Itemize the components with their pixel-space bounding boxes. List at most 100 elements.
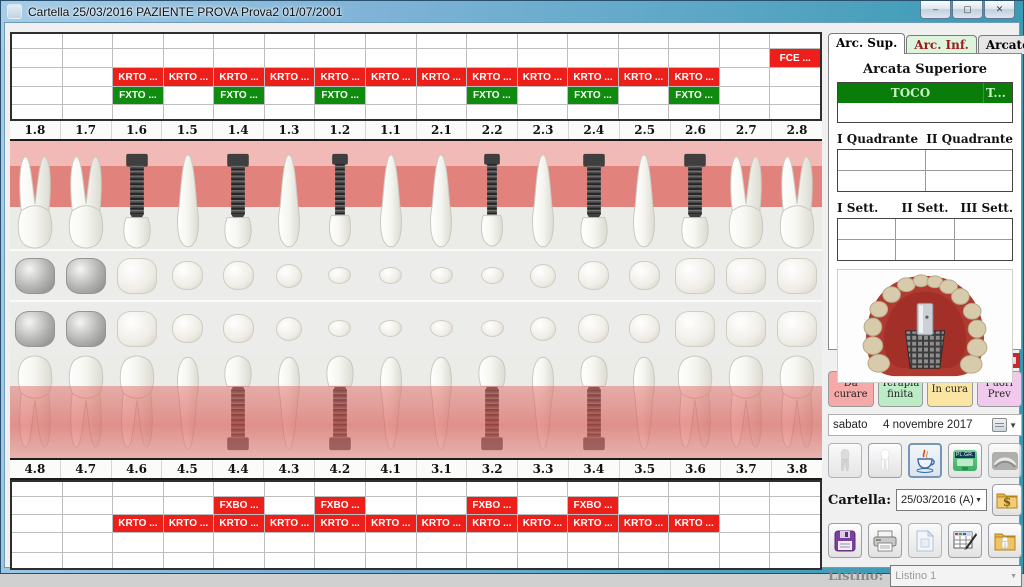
treatment-cell[interactable]	[669, 34, 720, 49]
tooth-1.3-tooth[interactable]	[264, 141, 315, 249]
treatment-cell[interactable]	[366, 553, 417, 568]
treatment-cell[interactable]	[12, 553, 63, 568]
treatment-cell[interactable]	[518, 497, 569, 515]
treatment-cell[interactable]	[568, 105, 619, 119]
treatment-cell[interactable]	[63, 497, 114, 515]
tooth-number-3.4[interactable]: 3.4	[569, 460, 620, 478]
treatment-cell[interactable]	[214, 49, 265, 68]
occlusal-1.3[interactable]	[264, 251, 315, 300]
treatment-cell[interactable]	[669, 105, 720, 119]
treatment-cell[interactable]	[12, 68, 63, 87]
treatment-cell[interactable]	[12, 34, 63, 49]
tooth-number-2.6[interactable]: 2.6	[671, 121, 722, 139]
treatment-cell[interactable]	[467, 482, 518, 497]
sett-cell[interactable]	[955, 219, 1012, 239]
treatment-cell[interactable]	[164, 34, 215, 49]
treatment-cell-fxbo[interactable]: FXBO ...	[467, 497, 518, 515]
treatment-cell[interactable]	[669, 553, 720, 568]
treatment-cell[interactable]	[770, 553, 820, 568]
treatment-cell[interactable]	[63, 68, 114, 87]
treatment-cell[interactable]	[720, 34, 771, 49]
treatment-cell[interactable]	[366, 34, 417, 49]
tooth-4.8-molar[interactable]	[10, 355, 61, 458]
treatment-cell[interactable]	[467, 533, 518, 553]
occlusal-2.1[interactable]	[416, 251, 467, 300]
tooth-2.2-implant-thin[interactable]	[467, 141, 518, 249]
treatment-cell[interactable]	[770, 68, 820, 87]
treatment-cell[interactable]	[720, 533, 771, 553]
tooth-number-1.2[interactable]: 1.2	[315, 121, 366, 139]
tooth-2.1-tooth[interactable]	[416, 141, 467, 249]
treatment-cell[interactable]	[63, 553, 114, 568]
treatment-cell[interactable]	[720, 49, 771, 68]
treatment-cell[interactable]	[669, 533, 720, 553]
tooth-1.2-implant-thin[interactable]	[315, 141, 366, 249]
treatment-cell[interactable]	[417, 553, 468, 568]
treatment-cell-krto[interactable]: KRTO ...	[214, 515, 265, 533]
treatment-cell[interactable]	[164, 87, 215, 105]
tooth-4.2-implant[interactable]	[315, 355, 366, 458]
treatment-cell[interactable]	[63, 34, 114, 49]
tooth-gray-button[interactable]	[828, 443, 862, 478]
treatment-cell-krto[interactable]: KRTO ...	[467, 515, 518, 533]
tooth-4.7-molar[interactable]	[61, 355, 112, 458]
treatment-cell[interactable]	[770, 87, 820, 105]
tooth-number-3.7[interactable]: 3.7	[721, 460, 772, 478]
tooth-number-1.3[interactable]: 1.3	[264, 121, 315, 139]
treatment-cell[interactable]	[12, 87, 63, 105]
tooth-1.6-implant[interactable]	[112, 141, 163, 249]
occlusal-3.6[interactable]	[670, 302, 721, 355]
treatment-cell[interactable]	[518, 34, 569, 49]
tooth-4.4-implant[interactable]	[213, 355, 264, 458]
treatment-cell[interactable]	[265, 87, 316, 105]
tooth-number-2.4[interactable]: 2.4	[569, 121, 620, 139]
treatment-cell-krto[interactable]: KRTO ...	[265, 515, 316, 533]
tooth-number-4.1[interactable]: 4.1	[366, 460, 417, 478]
tooth-white-button[interactable]	[868, 443, 902, 478]
treatment-cell-krto[interactable]: KRTO ...	[164, 515, 215, 533]
treatment-cell[interactable]	[113, 49, 164, 68]
occlusal-2.6[interactable]	[670, 251, 721, 300]
treatment-cell[interactable]	[265, 553, 316, 568]
treatment-cell-krto[interactable]: KRTO ...	[366, 515, 417, 533]
occlusal-4.6[interactable]	[112, 302, 163, 355]
close-button[interactable]: ✕	[984, 1, 1015, 19]
treatment-cell[interactable]	[265, 105, 316, 119]
treatment-cell[interactable]	[720, 515, 771, 533]
tooth-3.2-implant[interactable]	[467, 355, 518, 458]
treatment-cell-krto[interactable]: KRTO ...	[113, 515, 164, 533]
tooth-number-1.1[interactable]: 1.1	[366, 121, 417, 139]
treatment-cell[interactable]	[315, 482, 366, 497]
treatment-cell[interactable]	[417, 49, 468, 68]
tooth-number-4.8[interactable]: 4.8	[10, 460, 61, 478]
treatment-cell[interactable]	[619, 105, 670, 119]
occlusal-2.3[interactable]	[518, 251, 569, 300]
occlusal-2.2[interactable]	[467, 251, 518, 300]
occlusal-2.8[interactable]	[771, 251, 822, 300]
tooth-number-2.7[interactable]: 2.7	[721, 121, 772, 139]
treatment-cell[interactable]	[315, 34, 366, 49]
treatment-cell[interactable]	[518, 533, 569, 553]
treatment-cell-krto[interactable]: KRTO ...	[669, 68, 720, 87]
tooth-3.8-molar[interactable]	[771, 355, 822, 458]
treatment-cell[interactable]	[518, 553, 569, 568]
treatment-cell[interactable]	[366, 87, 417, 105]
maximize-button[interactable]: ▢	[952, 1, 983, 19]
treatment-cell[interactable]	[467, 49, 518, 68]
treatment-cell[interactable]	[113, 34, 164, 49]
tooth-number-4.4[interactable]: 4.4	[213, 460, 264, 478]
treatment-cell[interactable]	[366, 482, 417, 497]
treatment-cell[interactable]	[315, 105, 366, 119]
treatment-cell[interactable]	[12, 515, 63, 533]
tooth-1.7-molar[interactable]	[61, 141, 112, 249]
price-folder-button[interactable]: $	[992, 484, 1022, 516]
quadrante-cell[interactable]	[838, 150, 926, 170]
tooth-number-3.8[interactable]: 3.8	[772, 460, 822, 478]
document-button[interactable]	[908, 523, 942, 558]
treatment-cell[interactable]	[214, 553, 265, 568]
tooth-4.3-tooth[interactable]	[264, 355, 315, 458]
save-button[interactable]	[828, 523, 862, 558]
treatment-cell[interactable]	[770, 515, 820, 533]
treatment-cell-krto[interactable]: KRTO ...	[518, 515, 569, 533]
tooth-number-2.8[interactable]: 2.8	[772, 121, 822, 139]
